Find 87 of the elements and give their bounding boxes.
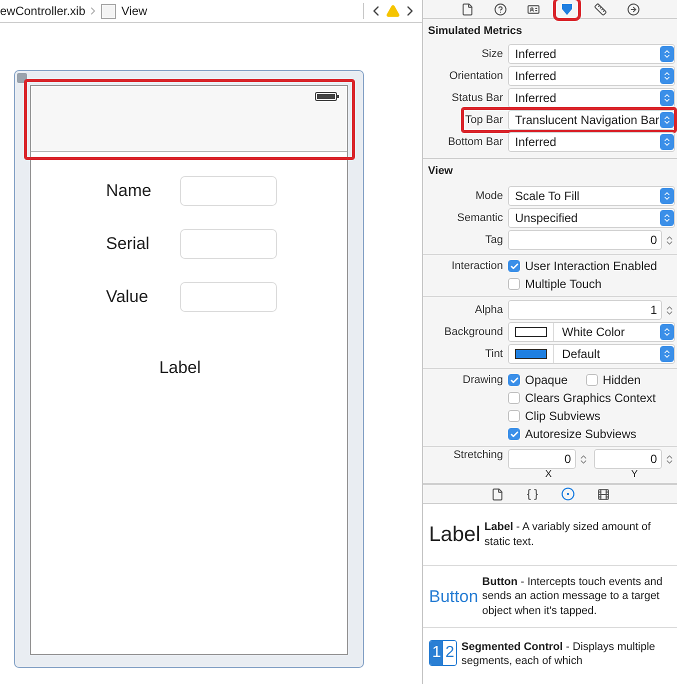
popup-button[interactable]: Inferred bbox=[508, 66, 675, 86]
property-label: Tint bbox=[484, 348, 503, 360]
stepper-icon[interactable] bbox=[664, 234, 675, 246]
checkbox-box[interactable] bbox=[508, 260, 520, 272]
number-field[interactable]: 1 bbox=[508, 300, 662, 320]
breadcrumb-item[interactable]: View bbox=[121, 4, 148, 18]
label-text: Label bbox=[159, 358, 201, 378]
property-label: Drawing bbox=[462, 374, 503, 386]
form-label: Serial bbox=[106, 234, 150, 254]
property-label: Semantic bbox=[456, 212, 503, 224]
close-icon[interactable] bbox=[17, 73, 27, 83]
checkbox-box[interactable] bbox=[586, 374, 598, 386]
section-title: View bbox=[427, 164, 454, 179]
braces-icon bbox=[526, 488, 538, 500]
field-caption: X bbox=[544, 469, 553, 480]
checkbox-box[interactable] bbox=[508, 428, 520, 440]
stepper-icon[interactable] bbox=[664, 304, 675, 316]
number-field[interactable]: 0 bbox=[594, 449, 662, 469]
checkbox[interactable]: Multiple Touch bbox=[508, 277, 602, 291]
stepper-icon[interactable] bbox=[578, 454, 589, 464]
checkbox-box[interactable] bbox=[508, 392, 520, 404]
checkbox-box[interactable] bbox=[508, 278, 520, 290]
popup-stepper-icon bbox=[660, 210, 674, 226]
popup-stepper-icon bbox=[660, 188, 674, 204]
property-label: Top Bar bbox=[464, 114, 503, 126]
popup-button[interactable]: Translucent Navigation Bar bbox=[508, 110, 675, 130]
popup-stepper-icon bbox=[660, 46, 674, 62]
text-field[interactable] bbox=[180, 176, 277, 206]
text-field[interactable] bbox=[180, 229, 277, 259]
property-label: Orientation bbox=[448, 70, 503, 82]
label-preview: Label bbox=[429, 522, 480, 546]
segment: 2 bbox=[443, 641, 456, 665]
checkbox-box[interactable] bbox=[508, 410, 520, 422]
popup-button[interactable]: Inferred bbox=[508, 132, 675, 152]
checkbox[interactable]: Autoresize Subviews bbox=[508, 427, 636, 441]
property-label: Status Bar bbox=[450, 92, 503, 104]
file-icon bbox=[490, 488, 504, 500]
arrow-circle-icon bbox=[626, 2, 640, 16]
checkbox-box[interactable] bbox=[508, 374, 520, 386]
property-label: Tag bbox=[484, 234, 503, 246]
shield-arrow-icon bbox=[560, 2, 574, 16]
color-popup[interactable]: Default bbox=[508, 344, 675, 364]
property-label: Stretching bbox=[452, 449, 503, 463]
popup-stepper-icon bbox=[660, 134, 674, 150]
field-caption: Y bbox=[630, 469, 639, 480]
color-popup[interactable]: White Color bbox=[508, 322, 675, 342]
popup-stepper-icon bbox=[660, 112, 674, 128]
form-label: Value bbox=[106, 287, 150, 307]
property-label: Background bbox=[443, 326, 503, 338]
property-label: Bottom Bar bbox=[446, 136, 503, 148]
text-field[interactable] bbox=[180, 282, 277, 312]
popup-button[interactable]: Unspecified bbox=[508, 208, 675, 228]
help-icon bbox=[494, 2, 506, 16]
checkbox[interactable]: Clears Graphics Context bbox=[508, 391, 656, 405]
id-card-icon bbox=[526, 2, 540, 16]
film-icon bbox=[596, 488, 610, 500]
checkbox[interactable]: Clip Subviews bbox=[508, 409, 600, 423]
segment: 1 bbox=[430, 641, 444, 665]
number-field[interactable]: 0 bbox=[508, 449, 576, 469]
form-label: Name bbox=[106, 181, 152, 201]
checkbox[interactable]: User Interaction Enabled bbox=[508, 259, 658, 273]
popup-button[interactable]: Inferred bbox=[508, 44, 675, 64]
checkbox[interactable]: Hidden bbox=[586, 373, 641, 387]
section-title: Simulated Metrics bbox=[427, 24, 524, 39]
checkbox[interactable]: Opaque bbox=[508, 373, 568, 387]
property-label: Interaction bbox=[450, 260, 503, 272]
item-description: Label - A variably sized amount of static text. bbox=[484, 520, 652, 549]
ruler-icon bbox=[594, 2, 606, 16]
property-label: Alpha bbox=[474, 304, 503, 316]
circle-dot-icon bbox=[560, 487, 574, 501]
button-preview: Button bbox=[429, 586, 478, 606]
view-icon bbox=[101, 4, 116, 18]
popup-stepper-icon bbox=[660, 324, 674, 340]
property-label: Mode bbox=[474, 190, 503, 202]
property-label: Size bbox=[480, 48, 503, 60]
item-description: Button - Intercepts touch events and sends an action message to a target object when it's tapped. bbox=[482, 575, 664, 618]
stepper-icon[interactable] bbox=[664, 454, 675, 464]
popup-button[interactable]: Scale To Fill bbox=[508, 186, 675, 206]
popup-stepper-icon bbox=[660, 346, 674, 362]
popup-stepper-icon bbox=[660, 68, 674, 84]
popup-stepper-icon bbox=[660, 90, 674, 106]
number-field[interactable]: 0 bbox=[508, 230, 662, 250]
breadcrumb-item[interactable]: ewController.xib bbox=[0, 4, 86, 18]
popup-button[interactable]: Inferred bbox=[508, 88, 675, 108]
item-description: Segmented Control - Displays multiple segments, each of which bbox=[461, 640, 656, 669]
battery-icon bbox=[315, 92, 339, 101]
file-icon bbox=[460, 2, 474, 16]
